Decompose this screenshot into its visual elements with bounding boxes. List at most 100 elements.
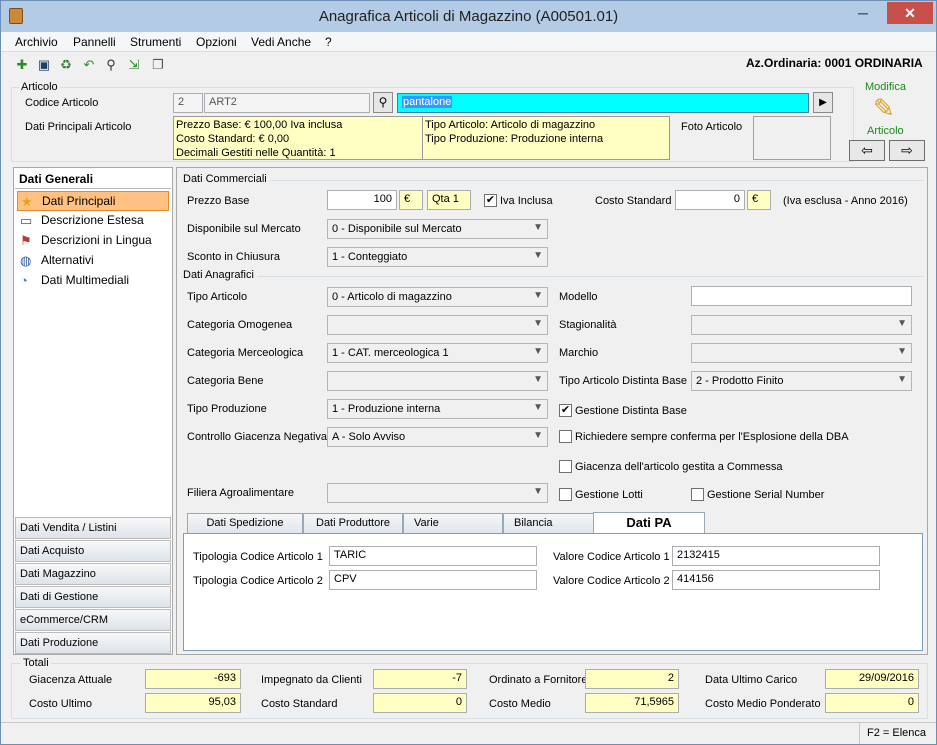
sconto-select[interactable]: 1 - Conteggiato ▼ <box>327 247 548 267</box>
new-icon[interactable]: ✚ <box>13 56 31 74</box>
giacenza-commessa-checkbox[interactable] <box>559 460 572 473</box>
find-icon[interactable]: ⚲ <box>102 56 120 74</box>
valore-2-label: Valore Codice Articolo 2 <box>553 575 670 587</box>
impegnato-label: Impegnato da Clienti <box>261 674 362 686</box>
sidebar-group-vendita[interactable]: Dati Vendita / Listini <box>15 517 171 539</box>
anagrafici-divider <box>181 276 923 277</box>
prev-arrow-icon[interactable]: ⇦ <box>849 140 885 161</box>
gestione-serial-checkbox[interactable] <box>691 488 704 501</box>
categoria-merceologica-select[interactable]: 1 - CAT. merceologica 1 ▼ <box>327 343 548 363</box>
sidebar-item-descrizione-estesa[interactable]: ▭ Descrizione Estesa <box>17 211 169 231</box>
tab-dati-spedizione[interactable]: Dati Spedizione <box>187 513 303 533</box>
menu-vedi-anche[interactable]: Vedi Anche <box>251 35 311 49</box>
flag-icon: ⚑ <box>20 233 32 248</box>
commerciali-title: Dati Commerciali <box>183 173 270 185</box>
tipo-articolo-select[interactable]: 0 - Articolo di magazzino ▼ <box>327 287 548 307</box>
sidebar-group-produzione[interactable]: Dati Produzione <box>15 632 171 654</box>
play-icon[interactable]: ▶ <box>813 92 833 113</box>
sidebar-header: Dati Generali <box>19 172 94 186</box>
gestione-distinta-checkbox[interactable]: ✔ <box>559 404 572 417</box>
info-decimali: Decimali Gestiti nelle Quantità: 1 <box>176 147 336 159</box>
export-icon[interactable]: ⇲ <box>125 56 143 74</box>
chevron-down-icon: ▼ <box>533 486 543 497</box>
valore-2-field[interactable]: 414156 <box>672 570 880 590</box>
sidebar-group-ecommerce[interactable]: eCommerce/CRM <box>15 609 171 631</box>
undo-icon[interactable]: ↶ <box>80 56 98 74</box>
menu-pannelli[interactable]: Pannelli <box>73 35 116 49</box>
costo-standard-field[interactable]: 0 <box>675 190 745 210</box>
valore-1-field[interactable]: 2132415 <box>672 546 880 566</box>
chevron-down-icon: ▼ <box>897 346 907 357</box>
codice-articolo-label: Codice Articolo <box>25 97 99 109</box>
categoria-omogenea-select[interactable]: ▼ <box>327 315 548 335</box>
chevron-down-icon: ▼ <box>533 402 543 413</box>
qta-field: Qta 1 <box>427 190 471 210</box>
anagrafici-title: Dati Anagrafici <box>183 269 257 281</box>
impegnato-field: -7 <box>373 669 467 689</box>
disponibile-select[interactable]: 0 - Disponibile sul Mercato ▼ <box>327 219 548 239</box>
foto-articolo-box[interactable] <box>753 116 831 160</box>
modello-field[interactable] <box>691 286 912 306</box>
sidebar-item-descrizioni-lingua[interactable]: ⚑ Descrizioni in Lingua <box>17 231 169 251</box>
document-icon: ▭ <box>20 213 33 228</box>
sidebar-item-dati-principali[interactable]: ★ Dati Principali <box>17 191 169 211</box>
chevron-down-icon: ▼ <box>533 318 543 329</box>
menu-archivio[interactable]: Archivio <box>15 35 58 49</box>
disponibile-value: 0 - Disponibile sul Mercato <box>332 223 462 235</box>
copy-icon[interactable]: ❐ <box>149 56 167 74</box>
totali-title: Totali <box>21 657 51 669</box>
sidebar-item-alternativi[interactable]: ◍ Alternativi <box>17 251 169 271</box>
menu-help[interactable]: ? <box>325 35 332 49</box>
pencil-icon[interactable]: ✎ <box>873 93 895 124</box>
tipologia-2-field[interactable]: CPV <box>329 570 537 590</box>
stagionalita-select[interactable]: ▼ <box>691 315 912 335</box>
marchio-select[interactable]: ▼ <box>691 343 912 363</box>
tipo-distinta-label: Tipo Articolo Distinta Base <box>559 375 687 387</box>
chevron-down-icon: ▼ <box>897 318 907 329</box>
tipo-distinta-select[interactable]: 2 - Prodotto Finito ▼ <box>691 371 912 391</box>
search-input-value: pantalone <box>402 96 453 108</box>
menu-opzioni[interactable]: Opzioni <box>196 35 237 49</box>
tipo-produzione-select[interactable]: 1 - Produzione interna ▼ <box>327 399 548 419</box>
gestione-lotti-checkbox[interactable] <box>559 488 572 501</box>
menu-bar: Archivio Pannelli Strumenti Opzioni Vedi… <box>1 32 936 52</box>
tipologia-1-field[interactable]: TARIC <box>329 546 537 566</box>
sidebar-header-divider <box>15 188 171 189</box>
controllo-giacenza-value: A - Solo Avviso <box>332 431 406 443</box>
sidebar-group-gestione[interactable]: Dati di Gestione <box>15 586 171 608</box>
delete-icon[interactable]: ♻ <box>57 56 75 74</box>
minimize-button[interactable]: ─ <box>849 2 877 24</box>
categoria-bene-select[interactable]: ▼ <box>327 371 548 391</box>
status-divider <box>859 723 860 744</box>
sidebar-item-label: Descrizioni in Lingua <box>41 233 152 247</box>
title-bar: Anagrafica Articoli di Magazzino (A00501… <box>1 1 936 32</box>
controllo-giacenza-label: Controllo Giacenza Negativa <box>187 431 328 443</box>
richiedere-conferma-checkbox[interactable] <box>559 430 572 443</box>
tab-dati-produttore[interactable]: Dati Produttore <box>303 513 403 533</box>
controllo-giacenza-select[interactable]: A - Solo Avviso ▼ <box>327 427 548 447</box>
costo-medio-label: Costo Medio <box>489 698 551 710</box>
prezzo-base-label: Prezzo Base <box>187 195 250 207</box>
close-button[interactable]: ✕ <box>887 2 933 24</box>
search-icon[interactable]: ⚲ <box>373 92 393 113</box>
tab-dati-pa[interactable]: Dati PA <box>593 512 705 533</box>
save-icon[interactable]: ▣ <box>35 56 53 74</box>
next-arrow-icon[interactable]: ⇨ <box>889 140 925 161</box>
sconto-value: 1 - Conteggiato <box>332 251 408 263</box>
iva-inclusa-checkbox[interactable]: ✔ <box>484 194 497 207</box>
sidebar-group-acquisto[interactable]: Dati Acquisto <box>15 540 171 562</box>
codice-articolo-field[interactable]: ART2 <box>204 93 370 113</box>
valore-1-label: Valore Codice Articolo 1 <box>553 551 670 563</box>
sidebar-group-magazzino[interactable]: Dati Magazzino <box>15 563 171 585</box>
giacenza-commessa-label: Giacenza dell'articolo gestita a Commess… <box>575 461 783 473</box>
sidebar-item-label: Dati Multimediali <box>41 273 130 287</box>
tab-bilancia[interactable]: Bilancia <box>503 513 603 533</box>
menu-strumenti[interactable]: Strumenti <box>130 35 181 49</box>
tab-varie[interactable]: Varie <box>403 513 503 533</box>
filiera-select[interactable]: ▼ <box>327 483 548 503</box>
prezzo-base-field[interactable]: 100 <box>327 190 397 210</box>
status-text: F2 = Elenca <box>867 727 927 739</box>
sidebar-item-dati-multimediali[interactable]: ◔ Dati Multimediali <box>17 271 169 291</box>
codice-num-field[interactable]: 2 <box>173 93 203 113</box>
search-input[interactable]: pantalone <box>397 93 809 113</box>
